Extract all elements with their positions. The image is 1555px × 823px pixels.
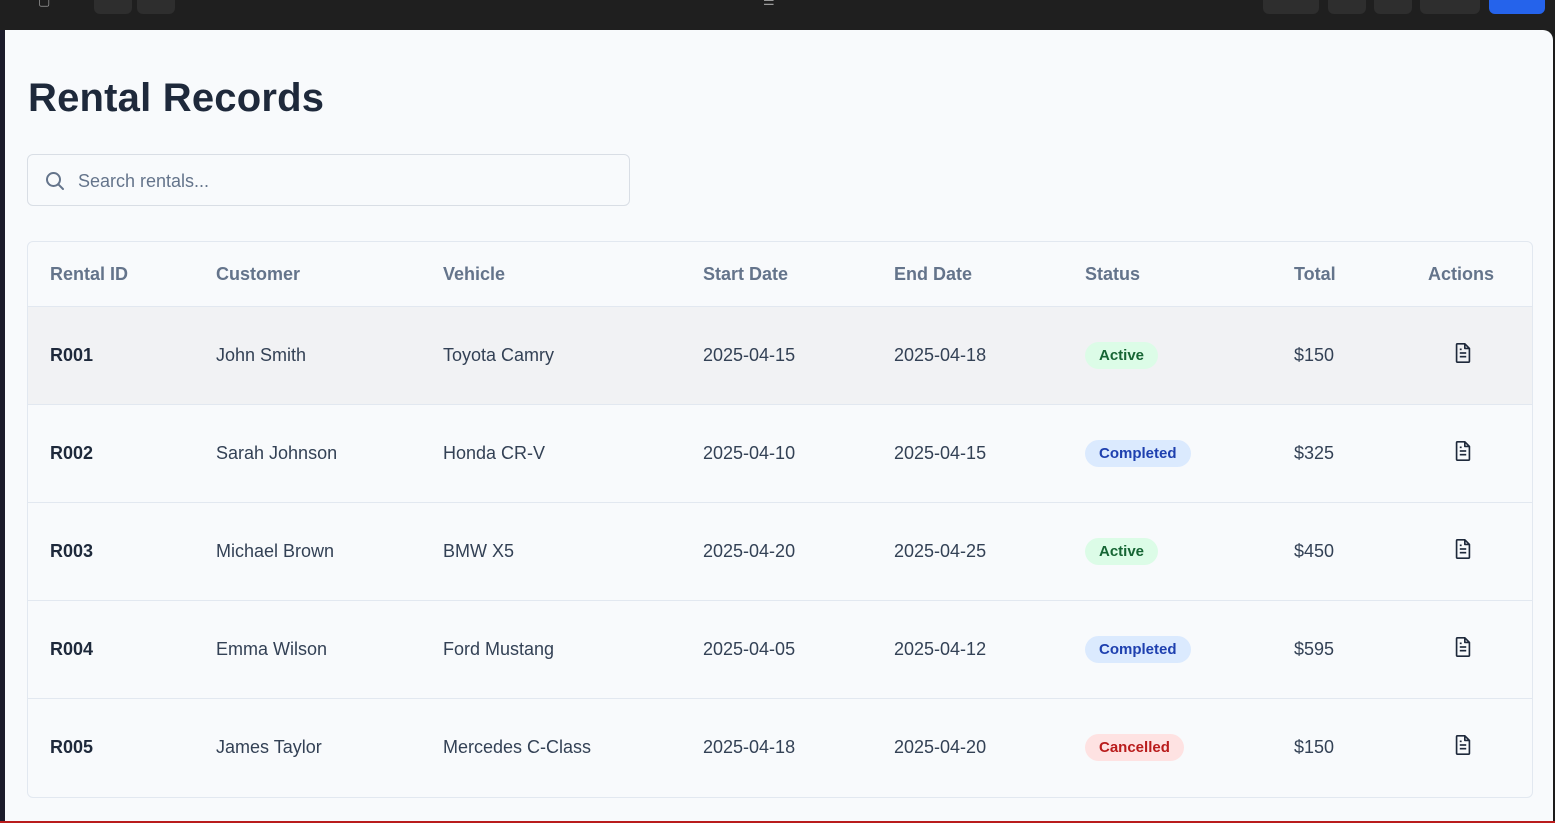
- page-title: Rental Records: [28, 76, 325, 120]
- status-cell: Active: [1063, 306, 1272, 405]
- toolbar-run-button[interactable]: [1328, 0, 1366, 14]
- customer-cell: John Smith: [194, 306, 421, 405]
- total-cell: $450: [1272, 502, 1388, 601]
- column-header-status[interactable]: Status: [1063, 242, 1272, 307]
- document-icon[interactable]: [1452, 636, 1474, 658]
- status-badge: Active: [1085, 538, 1159, 565]
- toolbar-code-button[interactable]: [1374, 0, 1412, 14]
- customer-cell: Sarah Johnson: [194, 404, 421, 503]
- end-date-cell: 2025-04-18: [872, 306, 1063, 405]
- start-date-cell: 2025-04-18: [703, 737, 796, 757]
- status-badge: Completed: [1085, 636, 1191, 663]
- menu-icon[interactable]: ☰: [763, 0, 775, 8]
- vehicle-cell: Ford Mustang: [421, 600, 681, 699]
- rental-id-cell: R004: [28, 600, 194, 699]
- toolbar-forward-button[interactable]: [137, 0, 175, 14]
- end-date-cell: 2025-04-25: [872, 502, 1063, 601]
- status-badge: Completed: [1085, 440, 1191, 467]
- status-badge: Cancelled: [1085, 734, 1184, 761]
- vehicle-cell: BMW X5: [421, 502, 681, 601]
- start-date-cell: 2025-04-10: [681, 404, 872, 503]
- actions-cell: [1388, 306, 1532, 405]
- toolbar-history-button[interactable]: [94, 0, 132, 14]
- rental-id-cell: R002: [28, 404, 194, 503]
- end-date-cell: 2025-04-15: [872, 404, 1063, 503]
- search-box[interactable]: [27, 154, 630, 207]
- table-row[interactable]: R005 James Taylor Mercedes C-Class 2025-…: [28, 699, 1532, 797]
- start-date-cell: 2025-04-15: [681, 306, 872, 405]
- status-badge: Active: [1085, 342, 1159, 369]
- table-row[interactable]: R002 Sarah Johnson Honda CR-V 2025-04-10…: [28, 404, 1532, 503]
- status-cell: Active: [1063, 502, 1272, 601]
- rentals-table: Rental ID Customer Vehicle Start Date En…: [28, 242, 1532, 797]
- actions-cell: [1388, 600, 1532, 699]
- rental-id-cell: R005: [50, 737, 94, 757]
- start-date-cell: 2025-04-05: [681, 600, 872, 699]
- rental-records-page: Rental Records Rental ID Customer Vehicl…: [5, 30, 1553, 821]
- toolbar-secondary-button[interactable]: [1420, 0, 1480, 14]
- customer-cell: James Taylor: [216, 737, 322, 757]
- status-cell: Completed: [1063, 600, 1272, 699]
- column-header-start-date[interactable]: Start Date: [681, 242, 872, 307]
- column-header-total[interactable]: Total: [1272, 242, 1388, 307]
- vehicle-cell: Mercedes C-Class: [443, 737, 592, 757]
- app-toolbar: ▢ ☰: [0, 0, 1555, 30]
- actions-cell: [1388, 404, 1532, 503]
- column-header-end-date[interactable]: End Date: [872, 242, 1063, 307]
- column-header-rental-id[interactable]: Rental ID: [28, 242, 194, 307]
- vehicle-cell: Honda CR-V: [421, 404, 681, 503]
- toolbar-primary-button[interactable]: [1489, 0, 1545, 14]
- column-header-customer[interactable]: Customer: [194, 242, 421, 307]
- status-cell: Completed: [1063, 404, 1272, 503]
- end-date-cell: 2025-04-20: [894, 737, 987, 757]
- end-date-cell: 2025-04-12: [872, 600, 1063, 699]
- total-cell: $325: [1272, 404, 1388, 503]
- document-icon[interactable]: [1452, 734, 1474, 756]
- vehicle-cell: Toyota Camry: [421, 306, 681, 405]
- rental-id-cell: R001: [28, 306, 194, 405]
- document-icon[interactable]: [1452, 538, 1474, 560]
- total-cell: $595: [1272, 600, 1388, 699]
- table-header-row: Rental ID Customer Vehicle Start Date En…: [28, 242, 1532, 307]
- search-icon: [46, 172, 64, 190]
- search-input[interactable]: [76, 155, 620, 207]
- toolbar-action-button[interactable]: [1263, 0, 1319, 14]
- rentals-table-container: Rental ID Customer Vehicle Start Date En…: [27, 241, 1533, 798]
- save-icon[interactable]: ▢: [38, 0, 50, 8]
- actions-cell: [1388, 699, 1532, 797]
- table-row[interactable]: R003 Michael Brown BMW X5 2025-04-20 202…: [28, 502, 1532, 601]
- start-date-cell: 2025-04-20: [681, 502, 872, 601]
- total-cell: $150: [1272, 306, 1388, 405]
- table-row[interactable]: R001 John Smith Toyota Camry 2025-04-15 …: [28, 306, 1532, 405]
- customer-cell: Emma Wilson: [194, 600, 421, 699]
- total-cell: $150: [1294, 737, 1335, 757]
- status-cell: Cancelled: [1063, 699, 1272, 797]
- column-header-actions: Actions: [1388, 242, 1532, 307]
- document-icon[interactable]: [1452, 342, 1474, 364]
- table-row[interactable]: R004 Emma Wilson Ford Mustang 2025-04-05…: [28, 600, 1532, 699]
- document-icon[interactable]: [1452, 440, 1474, 462]
- column-header-vehicle[interactable]: Vehicle: [421, 242, 681, 307]
- actions-cell: [1388, 502, 1532, 601]
- customer-cell: Michael Brown: [194, 502, 421, 601]
- rental-id-cell: R003: [28, 502, 194, 601]
